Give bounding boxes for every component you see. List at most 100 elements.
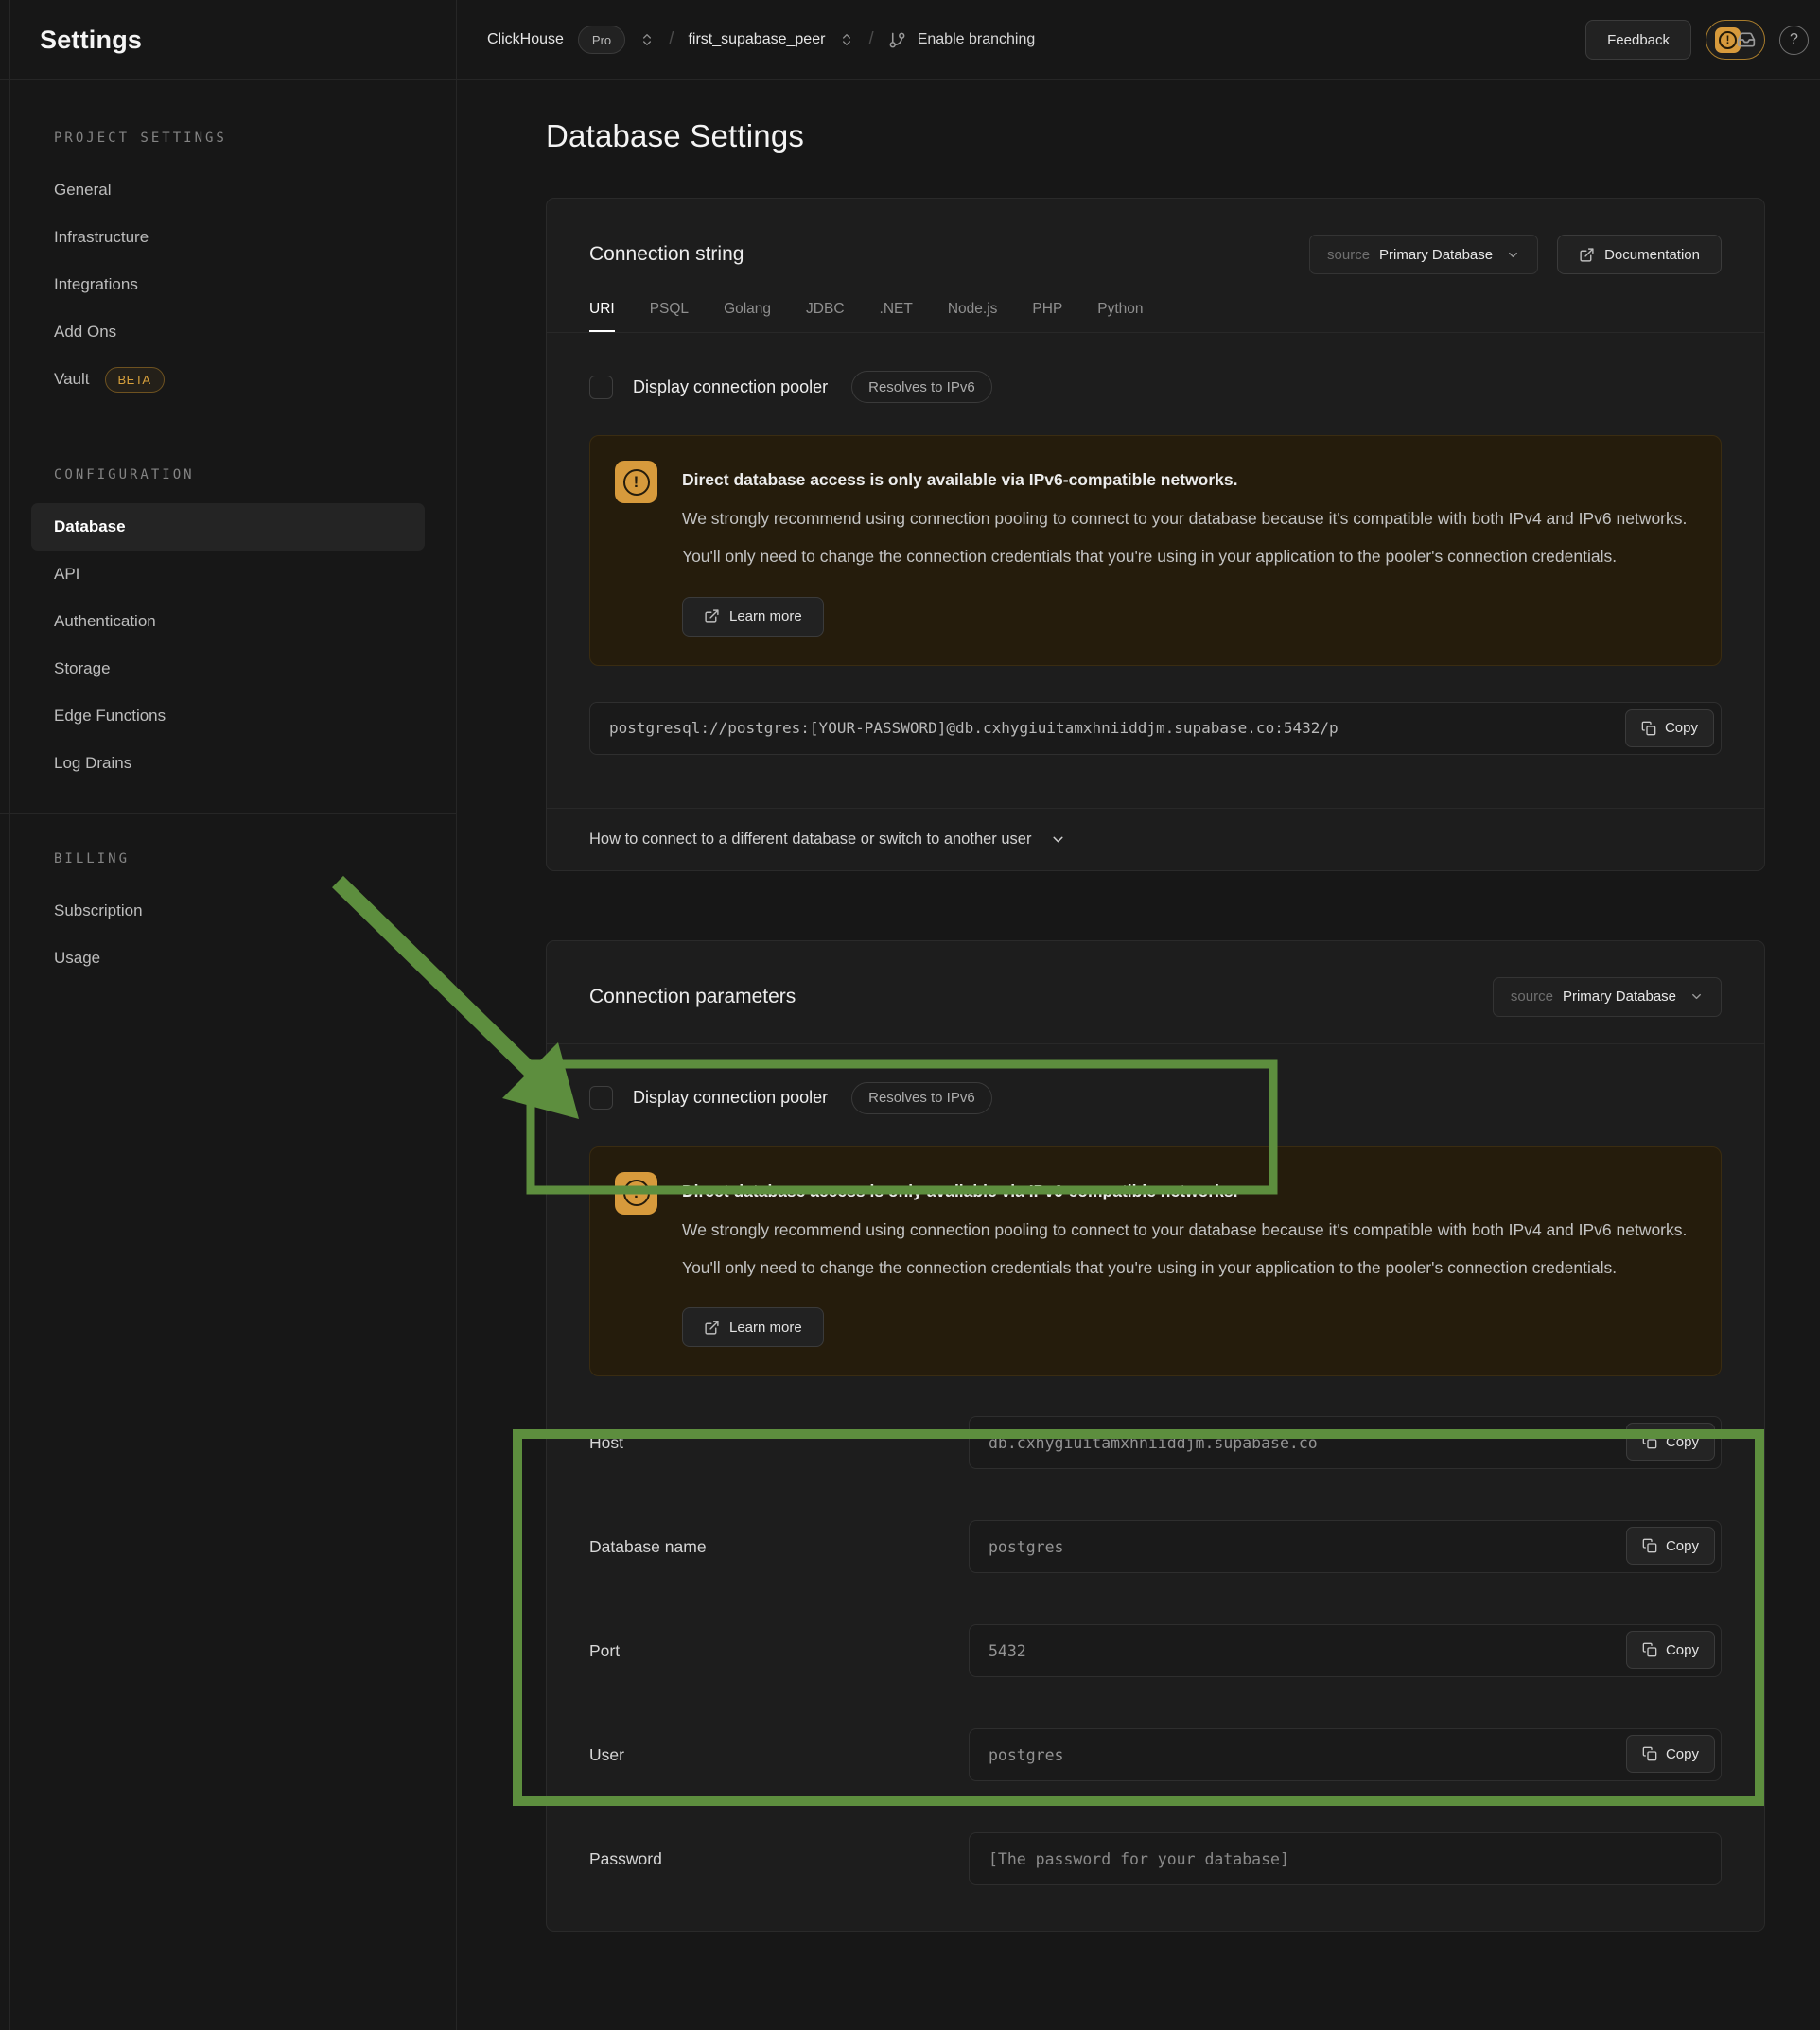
connection-uri-field: postgresql://postgres:[YOUR-PASSWORD]@db… bbox=[589, 702, 1722, 755]
section-title-configuration: CONFIGURATION bbox=[31, 467, 425, 482]
connection-parameters-title: Connection parameters bbox=[589, 986, 796, 1008]
connection-string-title: Connection string bbox=[589, 243, 744, 266]
sidebar-item-integrations[interactable]: Integrations bbox=[31, 261, 425, 308]
source-dropdown[interactable]: source Primary Database bbox=[1309, 235, 1538, 274]
sidebar-item-subscription[interactable]: Subscription bbox=[31, 887, 425, 935]
sidebar-item-storage[interactable]: Storage bbox=[31, 645, 425, 692]
sidebar-divider bbox=[0, 813, 456, 814]
copy-database-name-button[interactable]: Copy bbox=[1626, 1527, 1715, 1565]
settings-sidebar: PROJECT SETTINGS General Infrastructure … bbox=[0, 80, 457, 2030]
sidebar-item-authentication[interactable]: Authentication bbox=[31, 598, 425, 645]
database-name-input[interactable] bbox=[969, 1520, 1722, 1573]
copy-label: Copy bbox=[1666, 1538, 1699, 1554]
display-connection-pooler-row: Display connection pooler Resolves to IP… bbox=[589, 358, 1722, 416]
plan-badge: Pro bbox=[578, 26, 625, 54]
header-actions: Feedback ! ? bbox=[1585, 20, 1820, 60]
external-link-icon bbox=[704, 608, 720, 624]
sidebar-item-edge-functions[interactable]: Edge Functions bbox=[31, 692, 425, 740]
source-label: source bbox=[1327, 247, 1370, 263]
learn-more-button[interactable]: Learn more bbox=[682, 1307, 824, 1347]
warning-body: We strongly recommend using connection p… bbox=[682, 1211, 1692, 1287]
warning-title: Direct database access is only available… bbox=[682, 1172, 1692, 1201]
user-input[interactable] bbox=[969, 1728, 1722, 1781]
source-value: Primary Database bbox=[1563, 989, 1676, 1005]
help-button[interactable]: ? bbox=[1779, 26, 1809, 55]
tab-golang[interactable]: Golang bbox=[724, 301, 771, 332]
password-field-row: Password bbox=[589, 1832, 1722, 1885]
connection-uri-value[interactable]: postgresql://postgres:[YOUR-PASSWORD]@db… bbox=[590, 719, 1601, 737]
display-connection-pooler-label: Display connection pooler bbox=[633, 1088, 828, 1108]
chevrons-up-down-icon[interactable] bbox=[639, 32, 655, 47]
window-left-border bbox=[9, 0, 10, 2030]
copy-uri-button[interactable]: Copy bbox=[1625, 709, 1714, 747]
documentation-label: Documentation bbox=[1604, 247, 1700, 263]
learn-more-label: Learn more bbox=[729, 1320, 802, 1336]
copy-port-button[interactable]: Copy bbox=[1626, 1631, 1715, 1669]
feedback-button[interactable]: Feedback bbox=[1585, 20, 1691, 60]
notifications-button[interactable]: ! bbox=[1706, 20, 1765, 60]
tab-psql[interactable]: PSQL bbox=[650, 301, 689, 332]
tab-uri[interactable]: URI bbox=[589, 301, 615, 332]
password-input[interactable] bbox=[969, 1832, 1722, 1885]
app-title: Settings bbox=[40, 26, 142, 55]
connection-string-card: Connection string source Primary Databas… bbox=[546, 198, 1765, 871]
tab-python[interactable]: Python bbox=[1097, 301, 1143, 332]
chevron-down-icon bbox=[1050, 831, 1066, 848]
copy-user-button[interactable]: Copy bbox=[1626, 1735, 1715, 1773]
header-title-section: Settings bbox=[0, 0, 457, 79]
source-dropdown[interactable]: source Primary Database bbox=[1493, 977, 1722, 1017]
copy-label: Copy bbox=[1665, 720, 1698, 736]
database-name-label: Database name bbox=[589, 1537, 969, 1557]
sidebar-item-log-drains[interactable]: Log Drains bbox=[31, 740, 425, 787]
sidebar-item-vault[interactable]: Vault BETA bbox=[31, 356, 425, 403]
copy-icon bbox=[1642, 1642, 1657, 1657]
port-label: Port bbox=[589, 1641, 969, 1661]
documentation-button[interactable]: Documentation bbox=[1557, 235, 1722, 274]
tab-php[interactable]: PHP bbox=[1032, 301, 1062, 332]
top-header: Settings ClickHouse Pro / first_supabase… bbox=[0, 0, 1820, 80]
connection-parameter-fields: Host Copy Database name bbox=[589, 1416, 1722, 1931]
section-title-project-settings: PROJECT SETTINGS bbox=[31, 131, 425, 146]
database-name-field-row: Database name Copy bbox=[589, 1520, 1722, 1573]
host-input[interactable] bbox=[969, 1416, 1722, 1469]
display-connection-pooler-row: Display connection pooler Resolves to IP… bbox=[589, 1069, 1722, 1128]
breadcrumb-separator: / bbox=[669, 29, 674, 50]
project-name[interactable]: first_supabase_peer bbox=[688, 31, 825, 48]
display-connection-pooler-checkbox[interactable] bbox=[589, 1086, 613, 1110]
chevrons-up-down-icon[interactable] bbox=[839, 32, 854, 47]
inbox-icon bbox=[1737, 30, 1756, 49]
sidebar-item-label: Vault bbox=[54, 370, 90, 389]
display-connection-pooler-checkbox[interactable] bbox=[589, 376, 613, 399]
copy-host-button[interactable]: Copy bbox=[1626, 1423, 1715, 1461]
copy-label: Copy bbox=[1666, 1746, 1699, 1762]
sidebar-item-infrastructure[interactable]: Infrastructure bbox=[31, 214, 425, 261]
tab-jdbc[interactable]: JDBC bbox=[806, 301, 844, 332]
source-value: Primary Database bbox=[1379, 247, 1493, 263]
enable-branching-button[interactable]: Enable branching bbox=[888, 31, 1036, 49]
how-to-connect-expander[interactable]: How to connect to a different database o… bbox=[547, 808, 1764, 870]
copy-icon bbox=[1641, 721, 1656, 736]
host-label: Host bbox=[589, 1433, 969, 1453]
warning-title: Direct database access is only available… bbox=[682, 461, 1692, 490]
ipv6-warning-callout: ! Direct database access is only availab… bbox=[589, 435, 1722, 666]
user-field-row: User Copy bbox=[589, 1728, 1722, 1781]
user-label: User bbox=[589, 1745, 969, 1765]
sidebar-item-usage[interactable]: Usage bbox=[31, 935, 425, 982]
tab-dotnet[interactable]: .NET bbox=[880, 301, 913, 332]
beta-badge: BETA bbox=[105, 367, 165, 393]
warning-body: We strongly recommend using connection p… bbox=[682, 499, 1692, 576]
git-branch-icon bbox=[888, 31, 906, 49]
sidebar-item-database[interactable]: Database bbox=[31, 503, 425, 551]
sidebar-item-api[interactable]: API bbox=[31, 551, 425, 598]
tab-nodejs[interactable]: Node.js bbox=[948, 301, 998, 332]
port-field-row: Port Copy bbox=[589, 1624, 1722, 1677]
display-connection-pooler-label: Display connection pooler bbox=[633, 377, 828, 397]
chevron-down-icon bbox=[1506, 248, 1520, 262]
warning-icon: ! bbox=[615, 1172, 657, 1215]
org-name[interactable]: ClickHouse bbox=[487, 31, 564, 48]
learn-more-button[interactable]: Learn more bbox=[682, 597, 824, 637]
sidebar-item-add-ons[interactable]: Add Ons bbox=[31, 308, 425, 356]
port-input[interactable] bbox=[969, 1624, 1722, 1677]
sidebar-item-general[interactable]: General bbox=[31, 166, 425, 214]
external-link-icon bbox=[704, 1320, 720, 1336]
